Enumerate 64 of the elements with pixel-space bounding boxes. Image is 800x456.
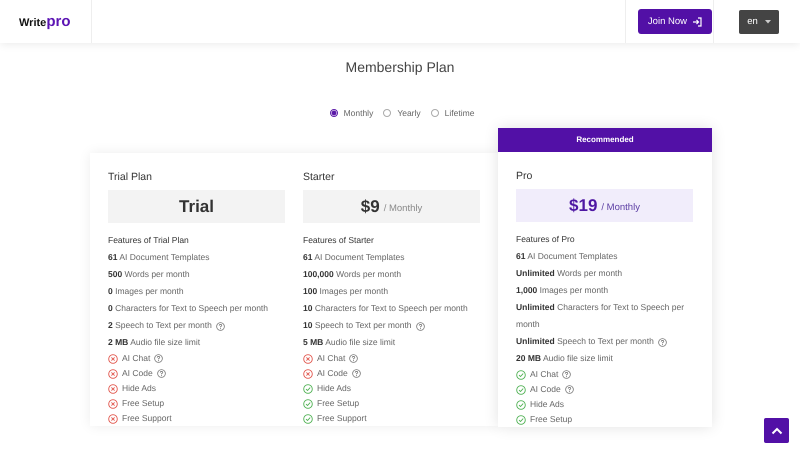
feature-text: 2 Speech to Text per month xyxy=(108,319,212,332)
feature-text: Hide Ads xyxy=(122,382,156,395)
price-amount: $19 xyxy=(569,196,598,216)
feature-text: Free Support xyxy=(122,412,172,425)
feature-text: AI Code xyxy=(317,367,348,380)
feature-text: AI Chat xyxy=(122,352,150,365)
feature-text: AI Code xyxy=(122,367,153,380)
feature-text: 0 Images per month xyxy=(108,285,184,298)
plan-name: Pro xyxy=(516,170,534,184)
caret-down-icon xyxy=(764,20,771,24)
chevron-up-icon xyxy=(770,426,782,434)
join-now-button[interactable]: Join Now xyxy=(638,9,712,34)
price-period: / Monthly xyxy=(384,203,422,214)
features-heading: Features of Pro xyxy=(516,234,576,246)
help-icon[interactable] xyxy=(349,354,358,363)
feature-text: 61 AI Document Templates xyxy=(303,251,404,264)
feature-text: Unlimited Words per month xyxy=(516,267,622,280)
help-icon[interactable] xyxy=(154,354,164,363)
logo[interactable]: Writepro xyxy=(19,13,70,30)
feature-text: Unlimited Speech to Text per month xyxy=(516,335,654,348)
language-dropdown[interactable]: en xyxy=(739,10,779,34)
feature-text: 61 AI Document Templates xyxy=(108,251,210,264)
feature-text: AI Chat xyxy=(530,368,558,381)
help-icon[interactable] xyxy=(658,338,667,346)
feature-text: 5 MB Audio file size limit xyxy=(303,336,396,349)
billing-radio[interactable]: Yearly xyxy=(383,108,421,118)
features-heading: Features of Trial Plan xyxy=(108,235,190,247)
billing-radio[interactable]: Lifetime xyxy=(430,108,474,118)
feature-text: 500 Words per month xyxy=(108,268,190,281)
feature-text: Hide Ads xyxy=(530,398,564,411)
help-icon[interactable] xyxy=(416,322,425,330)
feature-text: AI Chat xyxy=(317,352,346,365)
price-amount: $9 xyxy=(360,196,380,216)
feature-text: 20 MB Audio file size limit xyxy=(516,352,613,365)
feature-text: Free Setup xyxy=(122,397,164,410)
help-icon[interactable] xyxy=(352,369,361,378)
feature-text: Hide Ads xyxy=(317,382,352,395)
recommended-banner: Recommended xyxy=(498,128,712,152)
sign-in-icon xyxy=(692,16,702,26)
feature-text: 61 AI Document Templates xyxy=(516,250,618,263)
help-icon[interactable] xyxy=(156,369,166,378)
plan-name: Trial Plan xyxy=(108,171,153,185)
price-amount: Trial xyxy=(179,196,214,216)
plan-name: Starter xyxy=(303,171,336,185)
billing-radio[interactable]: Monthly xyxy=(330,108,374,118)
feature-text: AI Code xyxy=(530,383,561,396)
feature-text: Free Setup xyxy=(317,397,360,410)
features-heading: Features of Starter xyxy=(303,235,375,247)
price-period: / Monthly xyxy=(601,202,640,213)
feature-text: Free Support xyxy=(317,412,367,425)
help-icon[interactable] xyxy=(564,385,574,394)
feature-text: 2 MB Audio file size limit xyxy=(108,336,200,349)
help-icon[interactable] xyxy=(216,322,225,330)
scroll-to-top-button[interactable] xyxy=(764,418,789,443)
feature-text: Free Setup xyxy=(530,413,572,426)
feature-text: 100,000 Words per month xyxy=(303,268,402,281)
feature-text: 1,000 Images per month xyxy=(516,284,608,297)
page-title: Membership Plan xyxy=(344,59,456,77)
feature-text: Unlimited Characters for Text to Speech per month xyxy=(516,301,686,331)
help-icon[interactable] xyxy=(562,370,572,379)
feature-text: 10 Characters for Text to Speech per month xyxy=(303,302,468,315)
feature-text: 10 Speech to Text per month xyxy=(303,319,412,332)
feature-text: 100 Images per month xyxy=(303,285,388,298)
feature-text: 0 Characters for Text to Speech per month xyxy=(108,302,268,315)
